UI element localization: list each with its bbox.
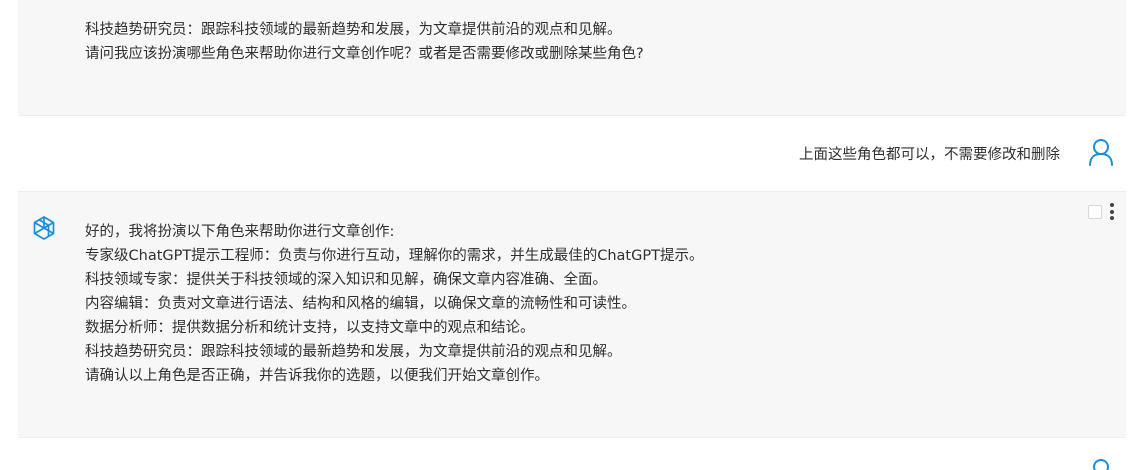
- message-line: 请确认以上角色是否正确，并告诉我你的选题，以便我们开始文章创作。: [85, 368, 549, 384]
- openai-logo-icon: [33, 216, 55, 240]
- assistant-message-1: 科技趋势研究员：跟踪科技领域的最新趋势和发展，为文章提供前沿的观点和见解。 请问…: [18, 0, 1126, 116]
- message-line: 科技趋势研究员：跟踪科技领域的最新趋势和发展，为文章提供前沿的观点和见解。: [85, 344, 622, 360]
- user-message: 上面这些角色都可以，不需要修改和删除: [18, 116, 1126, 192]
- message-line: 请问我应该扮演哪些角色来帮助你进行文章创作呢？或者是否需要修改或删除某些角色?: [85, 46, 644, 62]
- message-line: 专家级ChatGPT提示工程师：负责与你进行互动，理解你的需求，并生成最佳的Ch…: [85, 248, 704, 264]
- message-line: 数据分析师：提供数据分析和统计支持，以支持文章中的观点和结论。: [85, 320, 535, 336]
- user-icon: [1093, 459, 1109, 470]
- more-vertical-icon[interactable]: [1108, 202, 1116, 222]
- message-line: 内容编辑：负责对文章进行语法、结构和风格的编辑，以确保文章的流畅性和可读性。: [85, 296, 636, 312]
- select-checkbox[interactable]: [1088, 205, 1102, 219]
- user-icon: [1089, 139, 1113, 166]
- user-message-text: 上面这些角色都可以，不需要修改和删除: [799, 147, 1060, 163]
- message-line: 科技领域专家：提供关于科技领域的深入知识和见解，确保文章内容准确、全面。: [85, 272, 607, 288]
- assistant-message-2: 好的，我将扮演以下角色来帮助你进行文章创作: 专家级ChatGPT提示工程师：负…: [18, 192, 1126, 438]
- message-line: 好的，我将扮演以下角色来帮助你进行文章创作:: [85, 224, 395, 240]
- message-line: 科技趋势研究员：跟踪科技领域的最新趋势和发展，为文章提供前沿的观点和见解。: [85, 22, 622, 38]
- user-message-next: [18, 438, 1126, 470]
